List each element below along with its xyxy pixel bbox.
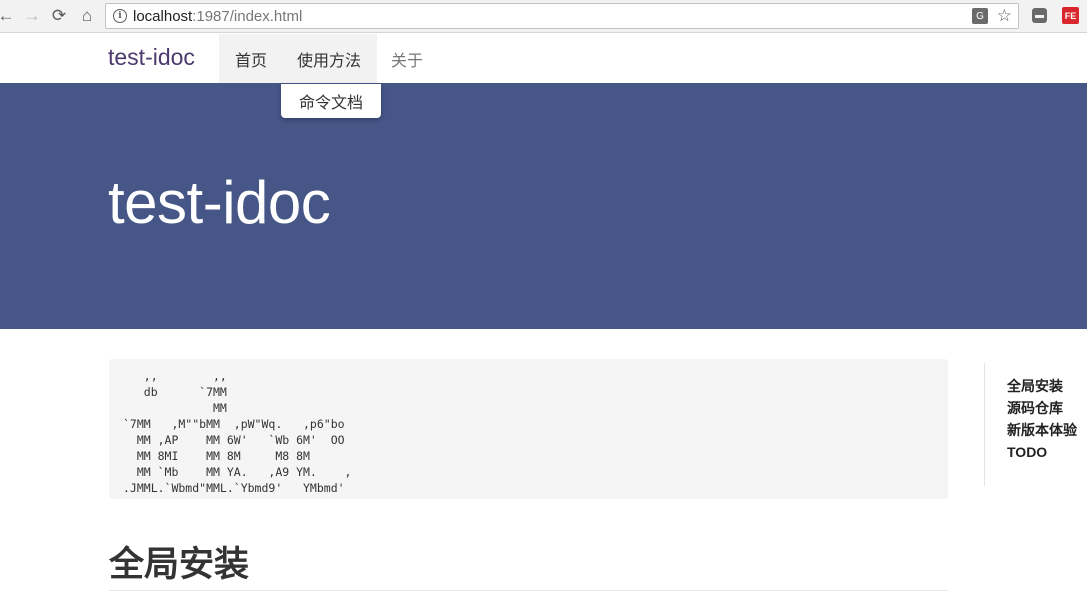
jumbotron-title: test-idoc	[108, 169, 331, 236]
url-text[interactable]: localhost:1987/index.html	[133, 8, 302, 25]
nav-item-usage[interactable]: 使用方法	[281, 34, 378, 83]
ascii-art-logo: ,, ,, db `7MM MM `7MM ,M""bMM ,pW"Wq. ,p…	[123, 369, 352, 495]
toc-item-new-version[interactable]: 新版本体验	[1007, 419, 1077, 441]
site-brand[interactable]: test-idoc	[108, 44, 195, 71]
url-path: :1987/index.html	[192, 8, 303, 25]
home-icon[interactable]: ⌂	[75, 4, 99, 28]
toc-item-source-repo[interactable]: 源码仓库	[1007, 397, 1077, 419]
jumbotron: test-idoc	[0, 83, 1087, 329]
address-bar[interactable]: i localhost:1987/index.html G ☆	[105, 3, 1019, 29]
bookmark-star-icon[interactable]: ☆	[997, 6, 1012, 26]
info-icon[interactable]: i	[113, 9, 127, 23]
reload-icon[interactable]: ⟳	[47, 4, 71, 28]
forward-icon[interactable]: →	[20, 4, 44, 28]
extension-icon[interactable]	[1032, 8, 1047, 23]
site-navbar: test-idoc 首页 使用方法 关于	[0, 34, 1087, 83]
url-host: localhost	[133, 8, 193, 25]
nav-item-home[interactable]: 首页	[219, 34, 284, 83]
nav-item-about[interactable]: 关于	[375, 34, 439, 83]
extension-fe-icon[interactable]: FE	[1062, 7, 1079, 24]
translate-icon[interactable]: G	[972, 8, 988, 24]
heading-divider	[109, 590, 948, 591]
code-block: ,, ,, db `7MM MM `7MM ,M""bMM ,pW"Wq. ,p…	[109, 359, 948, 499]
back-icon[interactable]: ←	[0, 4, 18, 28]
browser-toolbar: ← → ⟳ ⌂ i localhost:1987/index.html G ☆ …	[0, 0, 1087, 33]
table-of-contents: 全局安装 源码仓库 新版本体验 TODO	[984, 363, 1077, 486]
toc-item-todo[interactable]: TODO	[1007, 441, 1077, 463]
toc-item-global-install[interactable]: 全局安装	[1007, 375, 1077, 397]
dropdown-item-command-docs[interactable]: 命令文档	[281, 84, 381, 118]
section-heading: 全局安装	[109, 545, 250, 584]
